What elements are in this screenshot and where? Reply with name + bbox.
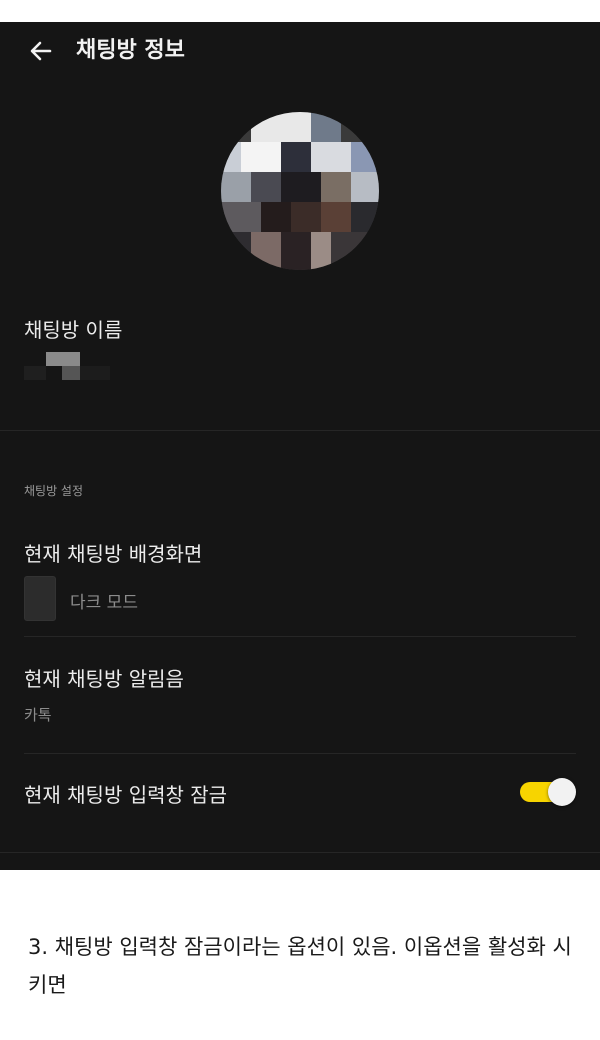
settings-section-title: 채팅방 설정 (24, 484, 84, 498)
back-button[interactable] (26, 36, 56, 66)
blurred-text-image (24, 352, 110, 380)
input-lock-toggle[interactable] (520, 777, 576, 807)
notification-setting-title[interactable]: 현재 채팅방 알림음 (24, 663, 184, 692)
section-divider (0, 430, 600, 431)
row-divider (24, 636, 576, 637)
background-setting-value: 다크 모드 (70, 593, 138, 613)
background-setting-title[interactable]: 현재 채팅방 배경화면 (24, 538, 202, 567)
theme-swatch (24, 576, 56, 621)
bottom-divider (0, 852, 600, 853)
page-title: 채팅방 정보 (76, 38, 185, 63)
notification-setting-value: 카톡 (24, 706, 52, 724)
toggle-knob (548, 778, 576, 806)
room-name-value-blurred[interactable] (24, 350, 144, 390)
blurred-avatar-image (221, 112, 379, 270)
arrow-left-icon (30, 41, 52, 61)
row-divider (24, 753, 576, 754)
profile-avatar[interactable] (221, 112, 379, 270)
room-name-label: 채팅방 이름 (24, 318, 123, 342)
caption-text: 3. 채팅방 입력창 잠금이라는 옵션이 있음. 이옵션을 활성화 시키면 (28, 935, 572, 997)
app-header: 채팅방 정보 (0, 22, 600, 80)
input-lock-setting-title: 현재 채팅방 입력창 잠금 (24, 783, 228, 807)
chat-room-info-screen: 채팅방 정보 채팅방 이름 채팅방 설정 현재 채팅방 배경화면 다크 모드 현… (0, 22, 600, 870)
